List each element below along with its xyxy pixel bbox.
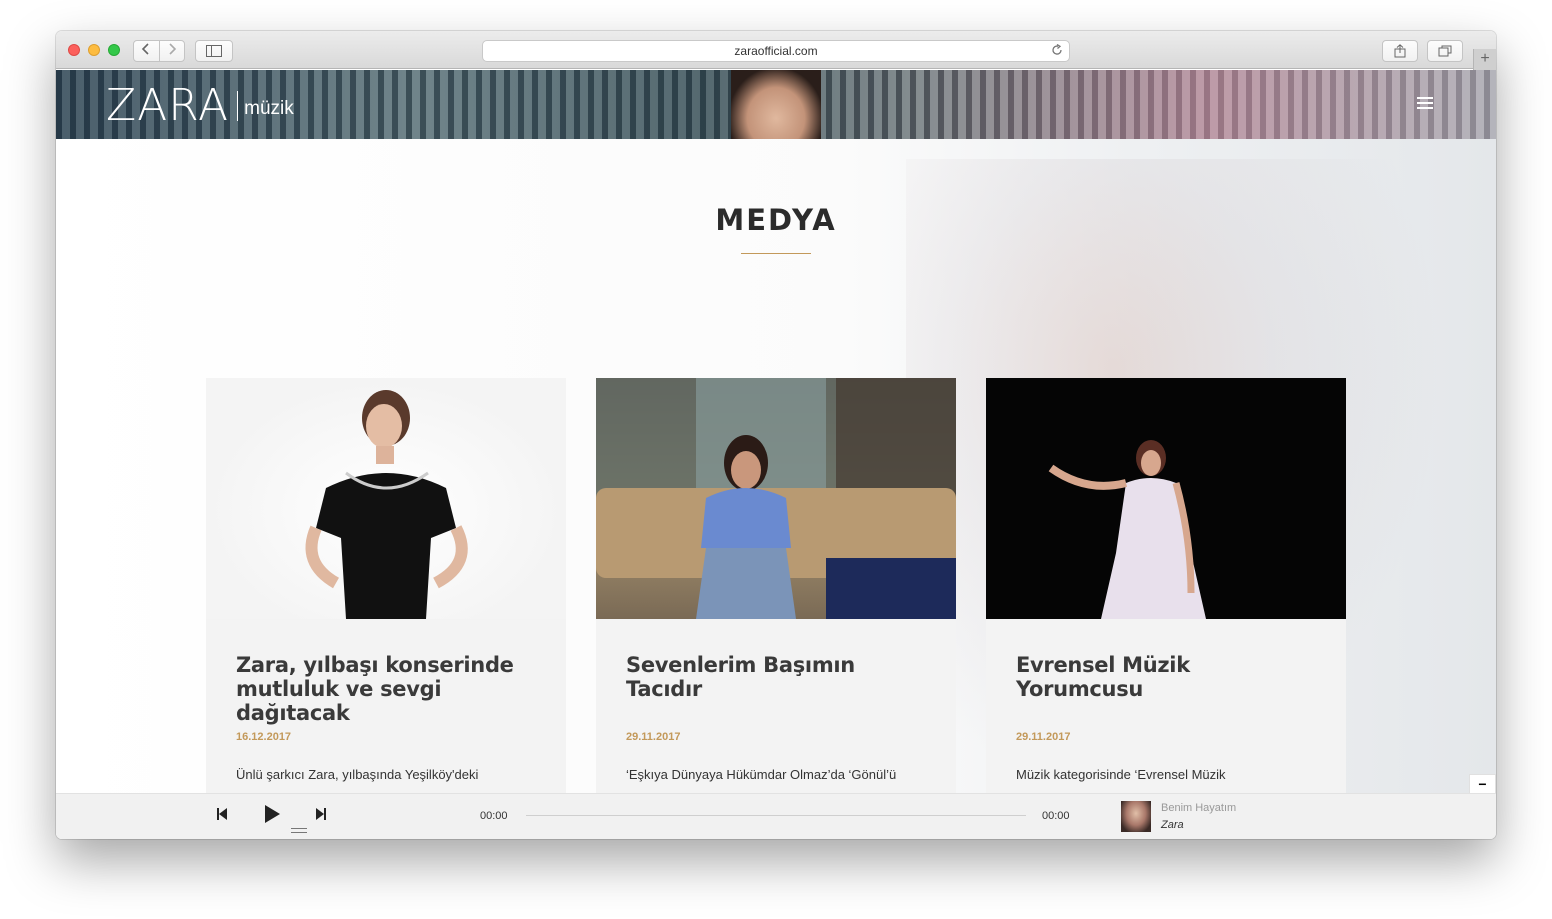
url-text: zaraofficial.com [734, 44, 818, 58]
share-icon [1394, 44, 1406, 58]
skip-back-icon [217, 808, 227, 820]
zoom-window-button[interactable] [108, 44, 120, 56]
singer-photo-black-dress [305, 390, 468, 619]
media-section: MEDYA Zara, yılbaşı konserinde mutluluk … [56, 139, 1496, 839]
tab-overview-button[interactable] [1427, 40, 1463, 62]
play-icon [265, 805, 280, 823]
site-logo[interactable]: ZARA müzik [106, 84, 294, 128]
new-tab-button[interactable]: + [1473, 49, 1496, 70]
card-date: 29.11.2017 [626, 731, 681, 743]
skip-forward-icon [316, 808, 326, 820]
play-button[interactable] [263, 804, 281, 829]
media-card[interactable]: Sevenlerim Başımın Tacıdır 29.11.2017 ‘E… [596, 378, 956, 818]
card-title[interactable]: Evrensel Müzik Yorumcusu [1016, 653, 1316, 701]
page-title: MEDYA [715, 203, 837, 237]
album-thumbnail [1121, 801, 1151, 832]
reload-icon[interactable] [1051, 41, 1063, 62]
header-banner: ZARA müzik [56, 70, 1496, 139]
card-excerpt: Ünlü şarkıcı Zara, yılbaşında Yeşilköy'd… [236, 767, 479, 782]
logo-main-text: ZARA [106, 80, 230, 131]
card-date: 16.12.2017 [236, 731, 292, 743]
card-image[interactable] [596, 378, 956, 619]
player-collapse-button[interactable]: − [1469, 774, 1496, 794]
card-body: Zara, yılbaşı konserinde mutluluk ve sev… [236, 653, 536, 725]
address-bar[interactable]: zaraofficial.com [482, 40, 1070, 62]
card-image[interactable] [206, 378, 566, 619]
next-track-button[interactable] [315, 807, 327, 826]
card-body: Sevenlerim Başımın Tacıdır [626, 653, 926, 701]
card-image[interactable] [986, 378, 1346, 619]
nav-buttons [133, 40, 185, 62]
hamburger-menu-icon[interactable] [1417, 97, 1433, 110]
audio-player: 00:00 00:00 Benim Hayatım Zara [56, 793, 1496, 839]
chevron-left-icon [142, 43, 149, 55]
previous-track-button[interactable] [216, 807, 228, 826]
card-title[interactable]: Zara, yılbaşı konserinde mutluluk ve sev… [236, 653, 536, 725]
card-body: Evrensel Müzik Yorumcusu [1016, 653, 1316, 701]
sidebar-toggle-button[interactable] [195, 40, 233, 62]
current-time: 00:00 [480, 810, 508, 822]
singer-photo-sofa [596, 378, 956, 619]
sidebar-icon [206, 45, 222, 57]
minimize-window-button[interactable] [88, 44, 100, 56]
singer-photo-stage [1048, 440, 1206, 619]
back-button[interactable] [134, 41, 160, 61]
browser-toolbar: zaraofficial.com + [56, 31, 1496, 70]
card-excerpt: ‘Eşkıya Dünyaya Hükümdar Olmaz’da ‘Gönül… [626, 767, 897, 782]
page-viewport: ZARA müzik MEDYA Zara, yılbaşı konserind… [56, 70, 1496, 839]
song-title: Benim Hayatım [1161, 802, 1237, 814]
duration-time: 00:00 [1042, 810, 1070, 822]
card-title[interactable]: Sevenlerim Başımın Tacıdır [626, 653, 926, 701]
share-button[interactable] [1382, 40, 1418, 62]
browser-window: zaraofficial.com + ZARA müzik MEDYA Zara… [56, 31, 1496, 839]
tabs-icon [1438, 45, 1452, 57]
logo-separator [237, 91, 239, 121]
banner-portrait [731, 70, 821, 139]
title-divider [741, 253, 811, 254]
forward-button[interactable] [160, 41, 185, 61]
card-date: 29.11.2017 [1016, 731, 1071, 743]
progress-bar[interactable] [526, 815, 1026, 816]
media-card[interactable]: Zara, yılbaşı konserinde mutluluk ve sev… [206, 378, 566, 818]
media-card[interactable]: Evrensel Müzik Yorumcusu 29.11.2017 Müzi… [986, 378, 1346, 818]
card-excerpt: Müzik kategorisinde ‘Evrensel Müzik [1016, 767, 1226, 782]
chevron-right-icon [169, 43, 176, 55]
logo-sub-text: müzik [244, 98, 294, 119]
playlist-icon[interactable] [291, 828, 307, 836]
close-window-button[interactable] [68, 44, 80, 56]
artist-name: Zara [1161, 819, 1184, 831]
